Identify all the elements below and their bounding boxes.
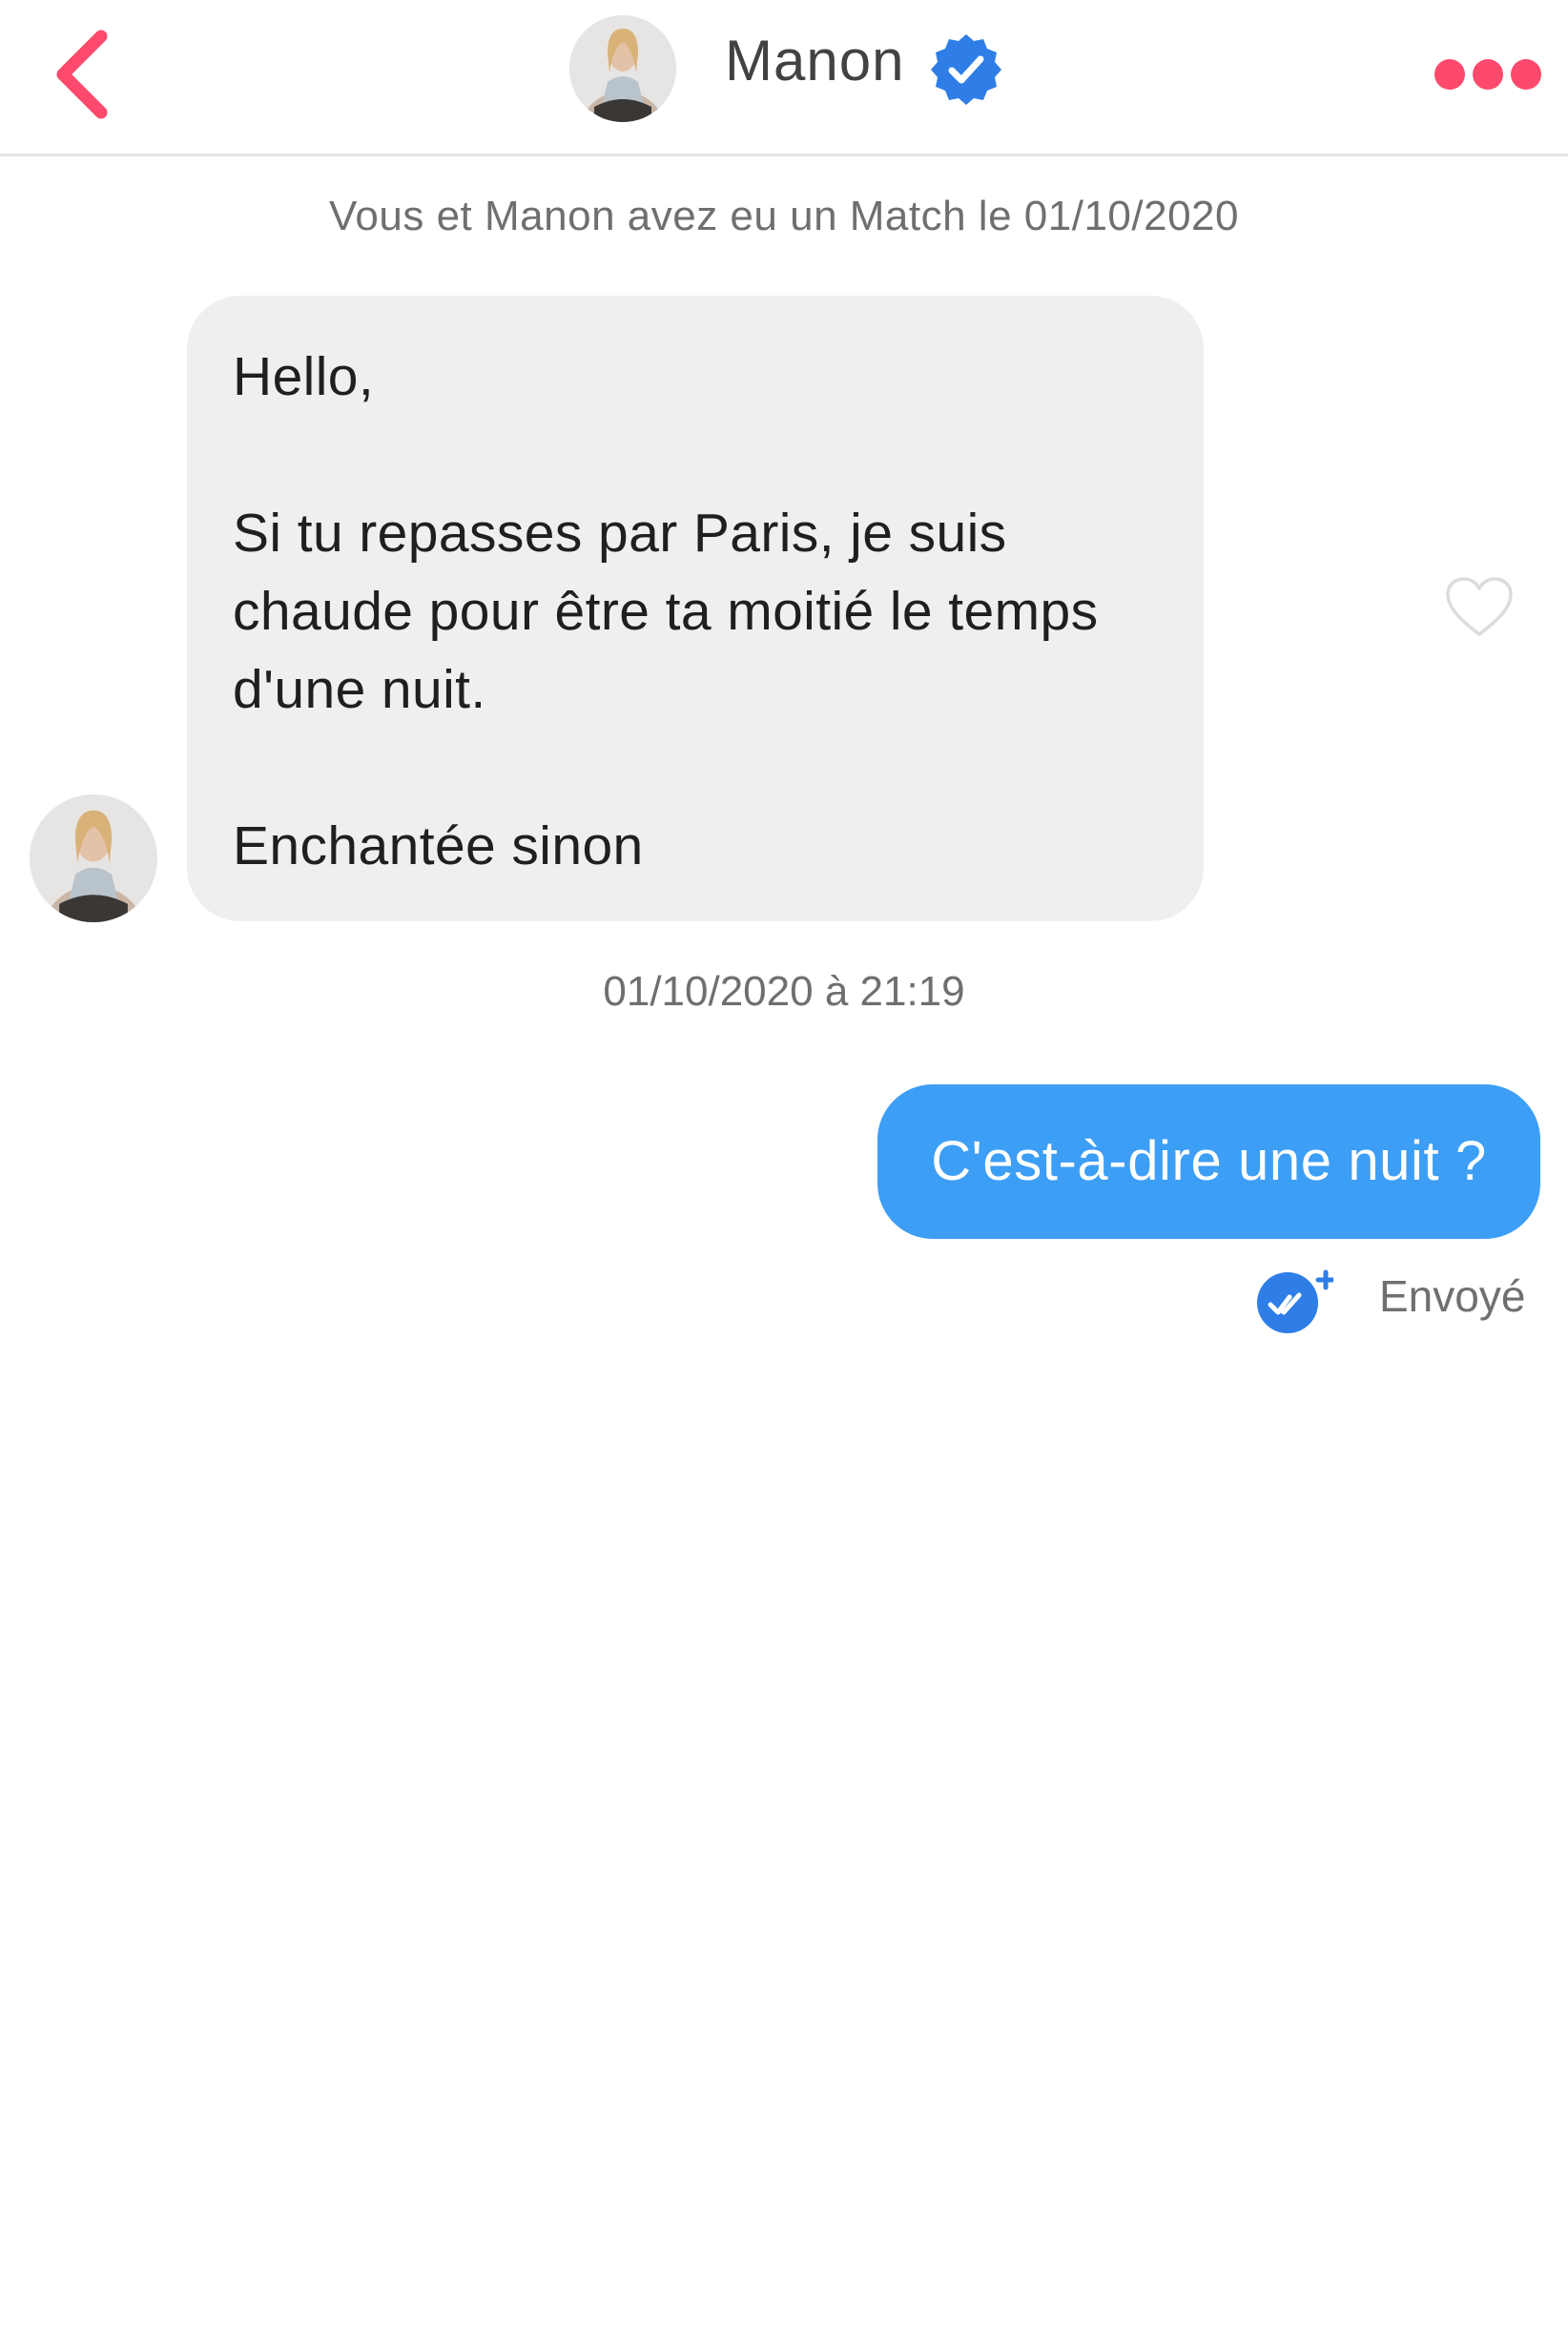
verified-badge-icon <box>927 31 1005 109</box>
more-options-button[interactable] <box>1431 52 1545 93</box>
more-dot <box>1473 59 1503 90</box>
more-dot <box>1511 59 1541 90</box>
chevron-left-icon <box>56 30 108 119</box>
chat-screen: Manon Vous et Manon avez eu un Match le … <box>0 0 1568 2349</box>
double-check-icon[interactable] <box>1255 1267 1336 1335</box>
match-name[interactable]: Manon <box>725 32 904 90</box>
match-banner: Vous et Manon avez eu un Match le 01/10/… <box>329 193 1239 239</box>
profile-photo <box>30 794 157 922</box>
chat-header: Manon <box>0 0 1568 156</box>
more-dots-icon <box>1434 59 1465 90</box>
outgoing-message-bubble[interactable]: C'est-à-dire une nuit ? <box>877 1084 1540 1239</box>
incoming-message-bubble[interactable]: Hello, Si tu repasses par Paris, je suis… <box>187 296 1204 921</box>
sender-avatar[interactable] <box>30 794 157 922</box>
header-avatar[interactable] <box>569 15 676 122</box>
profile-photo <box>569 15 676 122</box>
message-timestamp: 01/10/2020 à 21:19 <box>603 968 965 1015</box>
heart-outline-icon <box>1446 577 1513 636</box>
like-message-button[interactable] <box>1444 575 1515 640</box>
back-button[interactable] <box>48 27 124 122</box>
message-status: Envoyé <box>1379 1271 1526 1321</box>
